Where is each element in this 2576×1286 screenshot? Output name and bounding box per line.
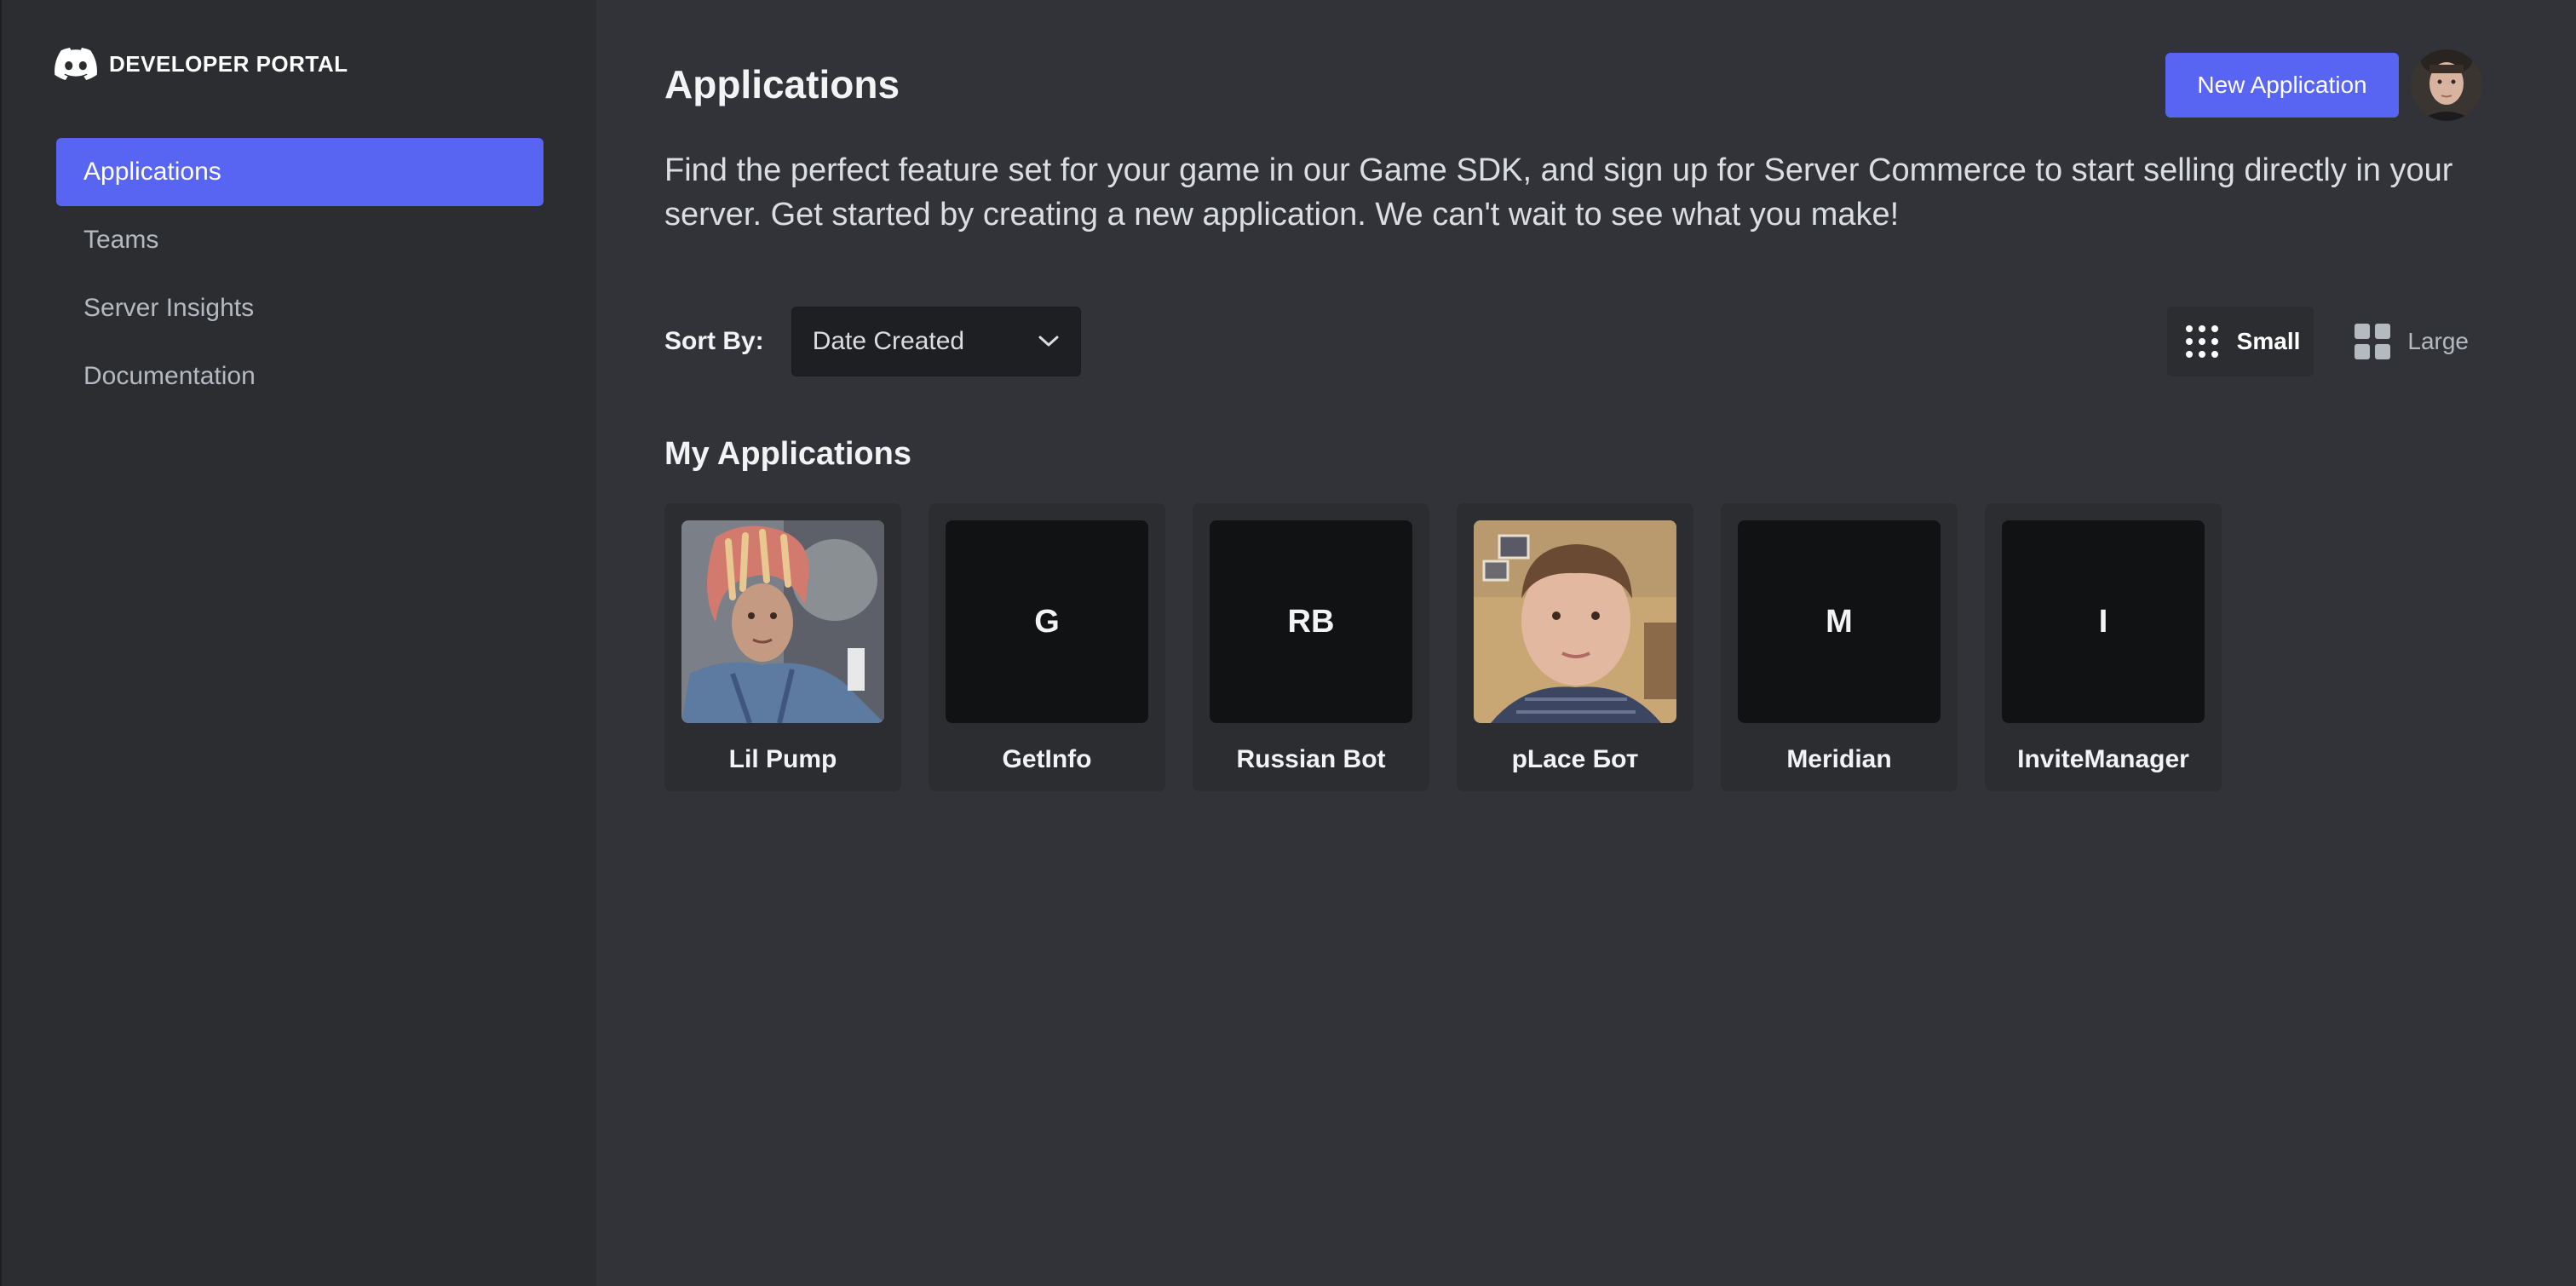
sidebar-item-documentation[interactable]: Documentation [56,342,543,410]
application-initials: RB [1287,603,1335,640]
application-avatar: M [1738,520,1941,723]
application-avatar [681,520,884,723]
sidebar-item-label: Documentation [83,362,256,390]
view-small-label: Small [2236,328,2301,354]
application-name: Meridian [1786,745,1892,773]
application-card-lil-pump[interactable]: Lil Pump [664,503,901,791]
view-large-button[interactable]: Large [2337,307,2482,376]
page-description: Find the perfect feature set for your ga… [664,152,2453,233]
my-applications-title: My Applications [664,436,911,472]
application-initials: M [1826,603,1853,640]
sidebar-item-label: Server Insights [83,294,255,322]
sort-dropdown[interactable]: Date Created [791,307,1081,376]
application-card-place-bot[interactable]: pLace Бот [1457,503,1693,791]
page-title: Applications [664,62,900,106]
sidebar-item-teams[interactable]: Teams [56,206,543,274]
sort-selected-value: Date Created [812,327,965,355]
application-name: InviteManager [2017,745,2189,773]
user-avatar[interactable] [2411,49,2482,121]
application-card-russian-bot[interactable]: RB Russian Bot [1193,503,1429,791]
brand[interactable]: DEVELOPER PORTAL [55,44,596,83]
sort-toolbar: Sort By: Date Created Small Large [664,307,2482,376]
large-grid-icon [2355,324,2407,359]
application-initials: I [2098,603,2108,640]
view-small-button[interactable]: Small [2166,307,2314,376]
application-avatar: I [2002,520,2205,723]
view-large-label: Large [2407,328,2469,354]
application-avatar: RB [1210,520,1412,723]
sidebar-item-applications[interactable]: Applications [56,138,543,206]
application-card-getinfo[interactable]: G GetInfo [929,503,1165,791]
view-size-toggle: Small Large [2143,307,2482,376]
discord-logo-icon [55,48,97,80]
application-card-invitemanager[interactable]: I InviteManager [1985,503,2222,791]
small-grid-icon [2184,324,2237,359]
application-name: Lil Pump [728,745,837,773]
application-name: Russian Bot [1236,745,1386,773]
chevron-down-icon [1038,335,1060,348]
app-root: DEVELOPER PORTAL Applications Teams Serv… [0,0,2576,1286]
applications-grid: Lil Pump G GetInfo RB Russian Bot pLace … [664,503,2482,791]
application-card-meridian[interactable]: M Meridian [1721,503,1958,791]
sidebar-nav: Applications Teams Server Insights Docum… [56,138,543,410]
sort-label: Sort By: [664,327,764,355]
new-application-button[interactable]: New Application [2165,53,2399,118]
sidebar-item-label: Teams [83,226,159,254]
sidebar: DEVELOPER PORTAL Applications Teams Serv… [0,0,596,1286]
application-avatar: G [946,520,1148,723]
page-header: Applications New Application [664,0,2482,128]
application-avatar [1474,520,1676,723]
application-name: pLace Бот [1511,745,1639,773]
application-name: GetInfo [1002,745,1092,773]
application-initials: G [1034,603,1060,640]
sidebar-item-server-insights[interactable]: Server Insights [56,274,543,342]
main-content: Applications New Application Find the pe… [596,0,2576,1286]
brand-title: DEVELOPER PORTAL [109,50,348,77]
sidebar-item-label: Applications [83,158,221,186]
